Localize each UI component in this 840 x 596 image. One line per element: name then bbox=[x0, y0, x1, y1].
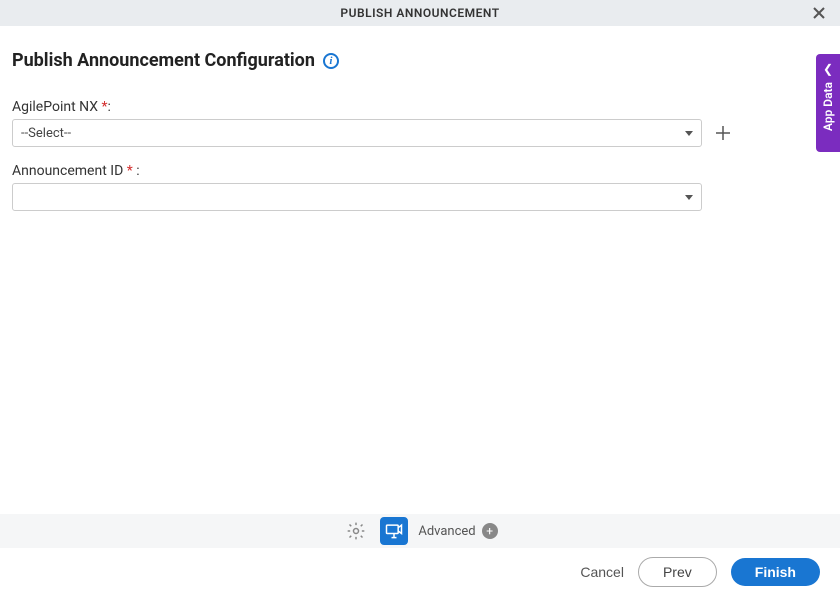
plus-circle-icon: + bbox=[482, 523, 498, 539]
app-data-tab-label: App Data bbox=[821, 82, 835, 131]
agilepoint-select-row: --Select-- bbox=[12, 119, 828, 147]
chevron-down-icon bbox=[685, 131, 693, 136]
chevron-down-icon bbox=[685, 195, 693, 200]
dialog-header: PUBLISH ANNOUNCEMENT bbox=[0, 0, 840, 26]
finish-button[interactable]: Finish bbox=[731, 558, 820, 586]
label-suffix: : bbox=[133, 163, 140, 179]
agilepoint-field-group: AgilePoint NX *: --Select-- bbox=[12, 99, 828, 147]
announcement-id-label: Announcement ID * : bbox=[12, 163, 828, 179]
gear-icon[interactable] bbox=[342, 517, 370, 545]
content-area: Publish Announcement Configuration i Agi… bbox=[0, 26, 840, 211]
info-icon[interactable]: i bbox=[323, 53, 339, 69]
advanced-label: Advanced bbox=[418, 524, 475, 539]
agilepoint-label-text: AgilePoint NX bbox=[12, 99, 98, 115]
announcement-id-field-group: Announcement ID * : bbox=[12, 163, 828, 211]
agilepoint-select[interactable]: --Select-- bbox=[12, 119, 702, 147]
announcement-icon[interactable] bbox=[380, 517, 408, 545]
agilepoint-select-value: --Select-- bbox=[21, 126, 71, 141]
app-data-tab[interactable]: ❮ App Data bbox=[816, 54, 840, 152]
prev-button[interactable]: Prev bbox=[638, 557, 717, 587]
agilepoint-label: AgilePoint NX *: bbox=[12, 99, 828, 115]
announcement-id-label-text: Announcement ID bbox=[12, 163, 123, 179]
advanced-toggle[interactable]: Advanced + bbox=[418, 523, 497, 539]
page-title-row: Publish Announcement Configuration i bbox=[12, 50, 828, 71]
bottom-toolbar: Advanced + bbox=[0, 514, 840, 548]
close-icon[interactable] bbox=[810, 4, 828, 22]
cancel-button[interactable]: Cancel bbox=[580, 564, 624, 580]
footer: Cancel Prev Finish bbox=[0, 548, 840, 596]
chevron-left-icon: ❮ bbox=[823, 62, 833, 76]
announcement-id-select[interactable] bbox=[12, 183, 702, 211]
add-agilepoint-button[interactable] bbox=[712, 122, 734, 144]
label-suffix: : bbox=[108, 99, 111, 115]
dialog-title: PUBLISH ANNOUNCEMENT bbox=[340, 6, 499, 20]
page-title: Publish Announcement Configuration bbox=[12, 50, 315, 71]
